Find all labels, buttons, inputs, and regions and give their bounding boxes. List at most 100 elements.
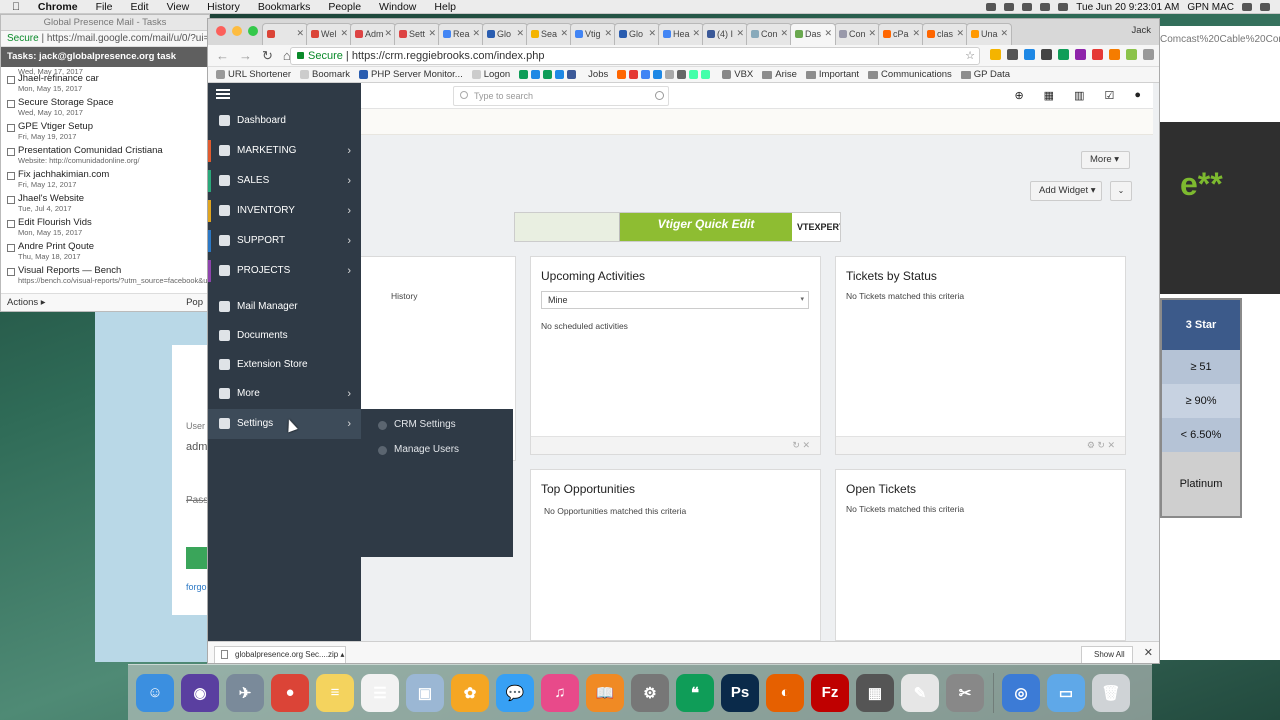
task-item[interactable]: Visual Reports — Bench https://bench.co/v… — [5, 263, 209, 287]
launchpad-icon[interactable]: ✈ — [226, 673, 264, 712]
back-icon[interactable]: ← — [216, 48, 229, 64]
quick-create-icon[interactable]: ⊕ — [1014, 89, 1023, 102]
bookmark-folder-important[interactable]: Important — [805, 69, 859, 80]
tab-close-icon[interactable]: ✕ — [868, 28, 876, 39]
extension-icon[interactable] — [990, 49, 1001, 60]
apple-menu-icon[interactable]:  — [12, 1, 20, 13]
bookmark-icons[interactable] — [519, 70, 579, 79]
wifi-icon[interactable] — [1040, 3, 1051, 11]
chrome-icon[interactable]: ● — [271, 673, 309, 712]
task-title[interactable]: Jhael's Website — [18, 193, 84, 204]
browser-tab[interactable]: Glo ✕ — [614, 23, 660, 45]
close-downloads-icon[interactable]: ✕ — [1144, 646, 1153, 659]
dashboard-options-button[interactable]: ⌄ — [1110, 181, 1132, 201]
tasks-actions-button[interactable]: Actions ▸ — [7, 297, 46, 308]
tab-close-icon[interactable]: ✕ — [956, 28, 964, 39]
browser-tab[interactable]: (4) I ✕ — [702, 23, 748, 45]
mic-icon[interactable] — [986, 3, 997, 11]
sidebar-item-mail-manager[interactable]: Mail Manager — [208, 292, 361, 322]
omnibox-url[interactable]: https://crm.reggiebrooks.com/index.php — [352, 50, 545, 62]
omnibox[interactable]: Secure | https://crm.reggiebrooks.com/in… — [290, 47, 980, 65]
browser-tab[interactable]: ✕ — [262, 23, 308, 45]
task-item[interactable]: Edit Flourish Vids Mon, May 15, 2017 — [5, 215, 205, 239]
bookmark-url-shortener[interactable]: URL Shortener — [216, 69, 291, 80]
messages-icon[interactable]: 💬 — [496, 673, 534, 712]
tab-close-icon[interactable]: ✕ — [560, 28, 568, 39]
bookmark-logon[interactable]: Logon — [471, 69, 510, 80]
submenu-crm-settings[interactable]: CRM Settings — [361, 413, 513, 437]
browser-tab[interactable]: Vtig ✕ — [570, 23, 616, 45]
tab-close-icon[interactable]: ✕ — [384, 28, 392, 39]
tab-close-icon[interactable]: ✕ — [692, 28, 700, 39]
task-item[interactable]: Jhael-refinance car Mon, May 15, 2017 — [5, 71, 205, 95]
trash-icon[interactable]: 🗑 — [1092, 673, 1130, 712]
add-widget-button[interactable]: Add Widget ▾ — [1030, 181, 1102, 201]
settings-refresh-close-icons[interactable]: ⚙ ↻ ✕ — [1087, 440, 1115, 451]
calendar-icon[interactable]: ▦ — [1044, 89, 1054, 102]
bookmark-folder-gp-data[interactable]: GP Data — [960, 69, 1010, 80]
bookmark-folder-arise[interactable]: Arise — [762, 69, 797, 80]
submenu-manage-users[interactable]: Manage Users — [361, 438, 513, 462]
login-pass-label[interactable]: Pass — [186, 495, 208, 506]
sidebar-item-dashboard[interactable]: Dashboard — [208, 106, 361, 136]
menu-app-name[interactable]: Chrome — [38, 1, 78, 13]
task-checkbox[interactable] — [7, 124, 15, 132]
sidebar-item-extension-store[interactable]: Extension Store — [208, 350, 361, 380]
window-close-button[interactable] — [216, 26, 226, 36]
task-checkbox[interactable] — [7, 100, 15, 108]
extension-icon[interactable] — [1024, 49, 1035, 60]
task-item[interactable]: GPE Vtiger Setup Fri, May 19, 2017 — [5, 119, 205, 143]
menu-file[interactable]: File — [96, 1, 113, 13]
task-checkbox[interactable] — [7, 148, 15, 156]
browser-tab[interactable]: clas ✕ — [922, 23, 968, 45]
tasks-url-bar[interactable]: Secure | https://mail.google.com/mail/u/… — [1, 31, 209, 47]
reminders-icon[interactable]: ☰ — [361, 673, 399, 712]
activities-owner-select[interactable]: Mine ▾ — [541, 291, 809, 309]
login-user-value[interactable]: adm — [186, 441, 207, 453]
bookmark-icons-2[interactable] — [617, 70, 713, 79]
tab-close-icon[interactable]: ✕ — [1000, 28, 1008, 39]
tab-close-icon[interactable]: ✕ — [340, 28, 348, 39]
browser-tab[interactable]: Wel ✕ — [306, 23, 352, 45]
tab-close-icon[interactable]: ✕ — [604, 28, 612, 39]
browser-tab[interactable]: Una ✕ — [966, 23, 1012, 45]
airdrop-icon[interactable]: ◎ — [1002, 673, 1040, 712]
photos-icon[interactable]: ✿ — [451, 673, 489, 712]
tab-close-icon[interactable]: ✕ — [912, 28, 920, 39]
menu-help[interactable]: Help — [434, 1, 456, 13]
window-zoom-button[interactable] — [248, 26, 258, 36]
bookmark-php-server-monitor[interactable]: PHP Server Monitor... — [359, 69, 463, 80]
tab-close-icon[interactable]: ✕ — [824, 28, 832, 39]
sidebar-item-more[interactable]: More › — [208, 379, 361, 409]
task-title[interactable]: Secure Storage Space — [18, 97, 114, 108]
task-checkbox[interactable] — [7, 196, 15, 204]
login-forgot-link[interactable]: forgo — [186, 582, 207, 592]
creative-cloud-icon[interactable] — [1004, 3, 1015, 11]
task-checkbox[interactable] — [7, 268, 15, 276]
extension-icon[interactable] — [1075, 49, 1086, 60]
dropbox-icon[interactable] — [1022, 3, 1033, 11]
more-button[interactable]: More ▾ — [1081, 151, 1130, 169]
notification-center-icon[interactable] — [1260, 3, 1270, 11]
tab-close-icon[interactable]: ✕ — [780, 28, 788, 39]
task-title[interactable]: Andre Print Qoute — [18, 241, 94, 252]
browser-tab[interactable]: cPa ✕ — [878, 23, 924, 45]
task-checkbox[interactable] — [7, 220, 15, 228]
refresh-close-icons[interactable]: ↻ ✕ — [792, 440, 810, 451]
menu-edit[interactable]: Edit — [130, 1, 148, 13]
profile-button[interactable]: Jack — [1131, 25, 1151, 36]
sidebar-item-inventory[interactable]: INVENTORY › — [208, 196, 361, 226]
filezilla-icon[interactable]: Fz — [811, 673, 849, 712]
extension-icon[interactable] — [1092, 49, 1103, 60]
calculator-icon[interactable]: ▦ — [856, 673, 894, 712]
reload-icon[interactable]: ↻ — [262, 48, 273, 64]
browser-tab[interactable]: Hea ✕ — [658, 23, 704, 45]
itunes-icon[interactable]: ♫ — [541, 673, 579, 712]
browser-tab[interactable]: Sea ✕ — [526, 23, 572, 45]
menu-bookmarks[interactable]: Bookmarks — [258, 1, 311, 13]
show-all-downloads-button[interactable]: Show All — [1081, 646, 1133, 663]
system-preferences-icon[interactable]: ⚙ — [631, 673, 669, 712]
battery-icon[interactable] — [1058, 3, 1069, 11]
sidebar-item-support[interactable]: SUPPORT › — [208, 226, 361, 256]
vtiger-quick-edit-banner[interactable]: Vtiger Quick Edit VTEXPERTS — [514, 212, 841, 242]
